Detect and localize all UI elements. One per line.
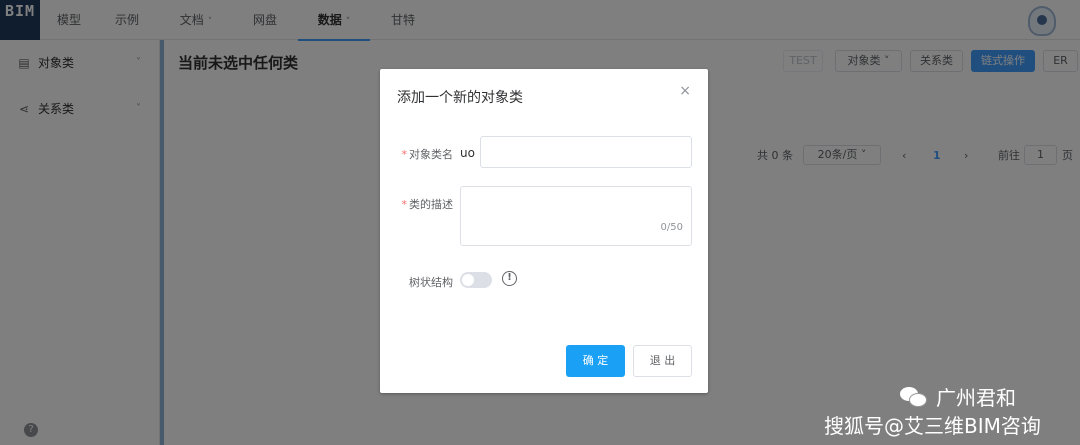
confirm-button[interactable]: 确 定	[566, 345, 625, 377]
tree-structure-toggle[interactable]	[460, 272, 492, 288]
label-text: 对象类名	[409, 148, 453, 161]
dialog-title: 添加一个新的对象类	[397, 90, 523, 106]
watermark-line-1: 广州君和	[900, 382, 1016, 411]
required-mark: *	[401, 198, 408, 211]
watermark-text: 广州君和	[936, 386, 1016, 410]
desc-field-label: * 类的描述	[397, 196, 454, 212]
name-prefix: uo	[460, 146, 475, 160]
exit-button[interactable]: 退 出	[633, 345, 692, 377]
class-name-input[interactable]	[480, 136, 692, 168]
class-description-textarea[interactable]: 0/50	[460, 186, 692, 246]
info-icon[interactable]: !	[502, 271, 517, 286]
wechat-icon	[900, 386, 927, 407]
close-icon[interactable]: ×	[679, 83, 691, 99]
name-field-label: * 对象类名	[397, 146, 454, 162]
char-counter: 0/50	[660, 222, 683, 233]
tree-structure-label: 树状结构	[409, 276, 453, 289]
label-text: 类的描述	[409, 198, 453, 211]
add-object-class-dialog: 添加一个新的对象类 × * 对象类名 uo * 类的描述 0/50 树状结构 ! 确…	[380, 69, 708, 393]
required-mark: *	[401, 148, 408, 161]
watermark-line-2: 搜狐号@艾三维BIM咨询	[824, 414, 1041, 438]
